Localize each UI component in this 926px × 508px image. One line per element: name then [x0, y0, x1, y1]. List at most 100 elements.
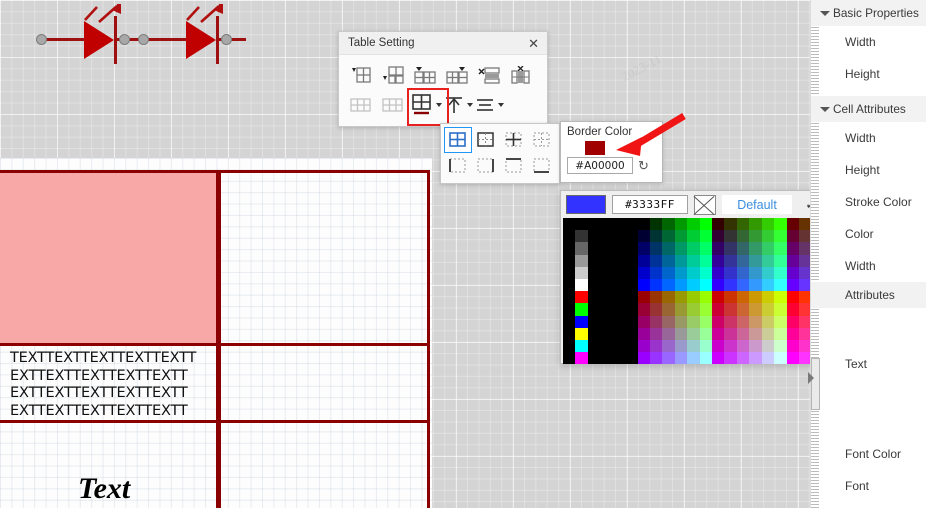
color-swatch[interactable]: [575, 266, 588, 279]
insert-row-below-icon[interactable]: [441, 63, 473, 89]
color-swatch[interactable]: [637, 218, 650, 231]
color-swatch[interactable]: [563, 352, 576, 365]
color-swatch[interactable]: [674, 242, 688, 255]
color-swatch[interactable]: [637, 266, 650, 279]
group-header-basic-properties[interactable]: Basic Properties: [811, 0, 926, 26]
color-swatch[interactable]: [575, 315, 588, 328]
color-swatch[interactable]: [625, 242, 638, 255]
color-swatch[interactable]: [587, 303, 601, 316]
color-swatch[interactable]: [600, 218, 613, 231]
property-cell-height[interactable]: Height: [811, 154, 926, 186]
color-swatch[interactable]: [600, 266, 613, 279]
color-swatch[interactable]: [724, 254, 737, 267]
color-swatch[interactable]: [786, 254, 800, 267]
color-swatch[interactable]: [637, 327, 650, 340]
color-swatch[interactable]: [786, 278, 800, 292]
color-swatch[interactable]: [625, 218, 638, 231]
color-swatch[interactable]: [724, 230, 737, 243]
color-swatch[interactable]: [687, 218, 700, 231]
color-swatch[interactable]: [786, 303, 800, 316]
color-swatch[interactable]: [761, 254, 775, 267]
color-swatch[interactable]: [649, 315, 663, 328]
color-swatch[interactable]: [612, 327, 626, 340]
color-swatch[interactable]: [563, 339, 576, 353]
color-swatch[interactable]: [786, 266, 800, 279]
color-swatch[interactable]: [699, 242, 713, 255]
table-cell-r2c1[interactable]: TEXTTEXTTEXTTEXTTEXTT EXTTEXTTEXTTEXTTEX…: [0, 343, 219, 423]
color-swatch[interactable]: [662, 303, 675, 316]
color-swatch[interactable]: [761, 339, 775, 353]
color-swatch[interactable]: [587, 315, 601, 328]
color-swatch[interactable]: [687, 303, 700, 316]
insert-column-right-icon[interactable]: [409, 63, 441, 89]
color-swatch[interactable]: [724, 291, 737, 304]
property-font-color[interactable]: Font Color: [811, 438, 926, 470]
color-swatch[interactable]: [600, 352, 613, 365]
color-swatch[interactable]: [637, 254, 650, 267]
color-swatch[interactable]: [736, 327, 750, 340]
color-swatch[interactable]: [662, 242, 675, 255]
property-cell-width[interactable]: Width: [811, 122, 926, 154]
color-swatch[interactable]: [674, 315, 688, 328]
color-swatch[interactable]: [774, 242, 787, 255]
color-swatch[interactable]: [749, 291, 762, 304]
color-swatch[interactable]: [625, 266, 638, 279]
color-swatch[interactable]: [774, 291, 787, 304]
color-swatch[interactable]: [662, 352, 675, 365]
border-top-icon[interactable]: [500, 153, 528, 179]
color-swatch[interactable]: [749, 352, 762, 365]
color-swatch[interactable]: [687, 352, 700, 365]
color-swatch[interactable]: [774, 327, 787, 340]
color-swatch[interactable]: [761, 266, 775, 279]
color-swatch[interactable]: [649, 266, 663, 279]
color-swatch[interactable]: [749, 339, 762, 353]
no-color-icon[interactable]: [694, 194, 716, 215]
color-swatch[interactable]: [712, 230, 725, 243]
color-swatch[interactable]: [736, 278, 750, 292]
color-swatch[interactable]: [761, 291, 775, 304]
color-swatch[interactable]: [749, 315, 762, 328]
color-swatch[interactable]: [625, 254, 638, 267]
color-swatch[interactable]: [687, 242, 700, 255]
color-swatch[interactable]: [699, 254, 713, 267]
color-swatch[interactable]: [625, 352, 638, 365]
color-swatch[interactable]: [575, 303, 588, 316]
color-swatch[interactable]: [612, 218, 626, 231]
color-swatch[interactable]: [761, 278, 775, 292]
color-swatch[interactable]: [674, 278, 688, 292]
color-swatch[interactable]: [712, 303, 725, 316]
color-swatch[interactable]: [600, 254, 613, 267]
color-swatch[interactable]: [712, 315, 725, 328]
color-swatch[interactable]: [736, 230, 750, 243]
color-swatch[interactable]: [736, 315, 750, 328]
color-swatch[interactable]: [674, 303, 688, 316]
led-symbol-2[interactable]: [136, 4, 246, 65]
color-swatch[interactable]: [736, 242, 750, 255]
color-swatch[interactable]: [774, 230, 787, 243]
color-swatch[interactable]: [563, 315, 576, 328]
color-swatch[interactable]: [612, 291, 626, 304]
color-swatch[interactable]: [786, 230, 800, 243]
color-swatch[interactable]: [625, 278, 638, 292]
color-swatch[interactable]: [712, 291, 725, 304]
color-swatch[interactable]: [625, 291, 638, 304]
color-swatch[interactable]: [724, 352, 737, 365]
color-swatch[interactable]: [563, 278, 576, 292]
color-swatch[interactable]: [612, 254, 626, 267]
property-basic-width[interactable]: Width: [811, 26, 926, 58]
color-swatch[interactable]: [712, 339, 725, 353]
color-swatch[interactable]: [699, 230, 713, 243]
border-style-flyout[interactable]: [440, 123, 560, 184]
color-swatch[interactable]: [625, 339, 638, 353]
color-swatch[interactable]: [699, 327, 713, 340]
color-swatch[interactable]: [749, 278, 762, 292]
color-swatch[interactable]: [761, 218, 775, 231]
current-color-swatch[interactable]: [566, 195, 606, 214]
color-swatch[interactable]: [724, 218, 737, 231]
color-swatch[interactable]: [587, 218, 601, 231]
merge-cells-icon[interactable]: [345, 92, 377, 118]
border-color-popup[interactable]: Border Color #A00000 ↻: [560, 121, 663, 183]
property-basic-height[interactable]: Height: [811, 58, 926, 90]
color-swatch[interactable]: [724, 327, 737, 340]
led-pin-right[interactable]: [221, 34, 232, 45]
